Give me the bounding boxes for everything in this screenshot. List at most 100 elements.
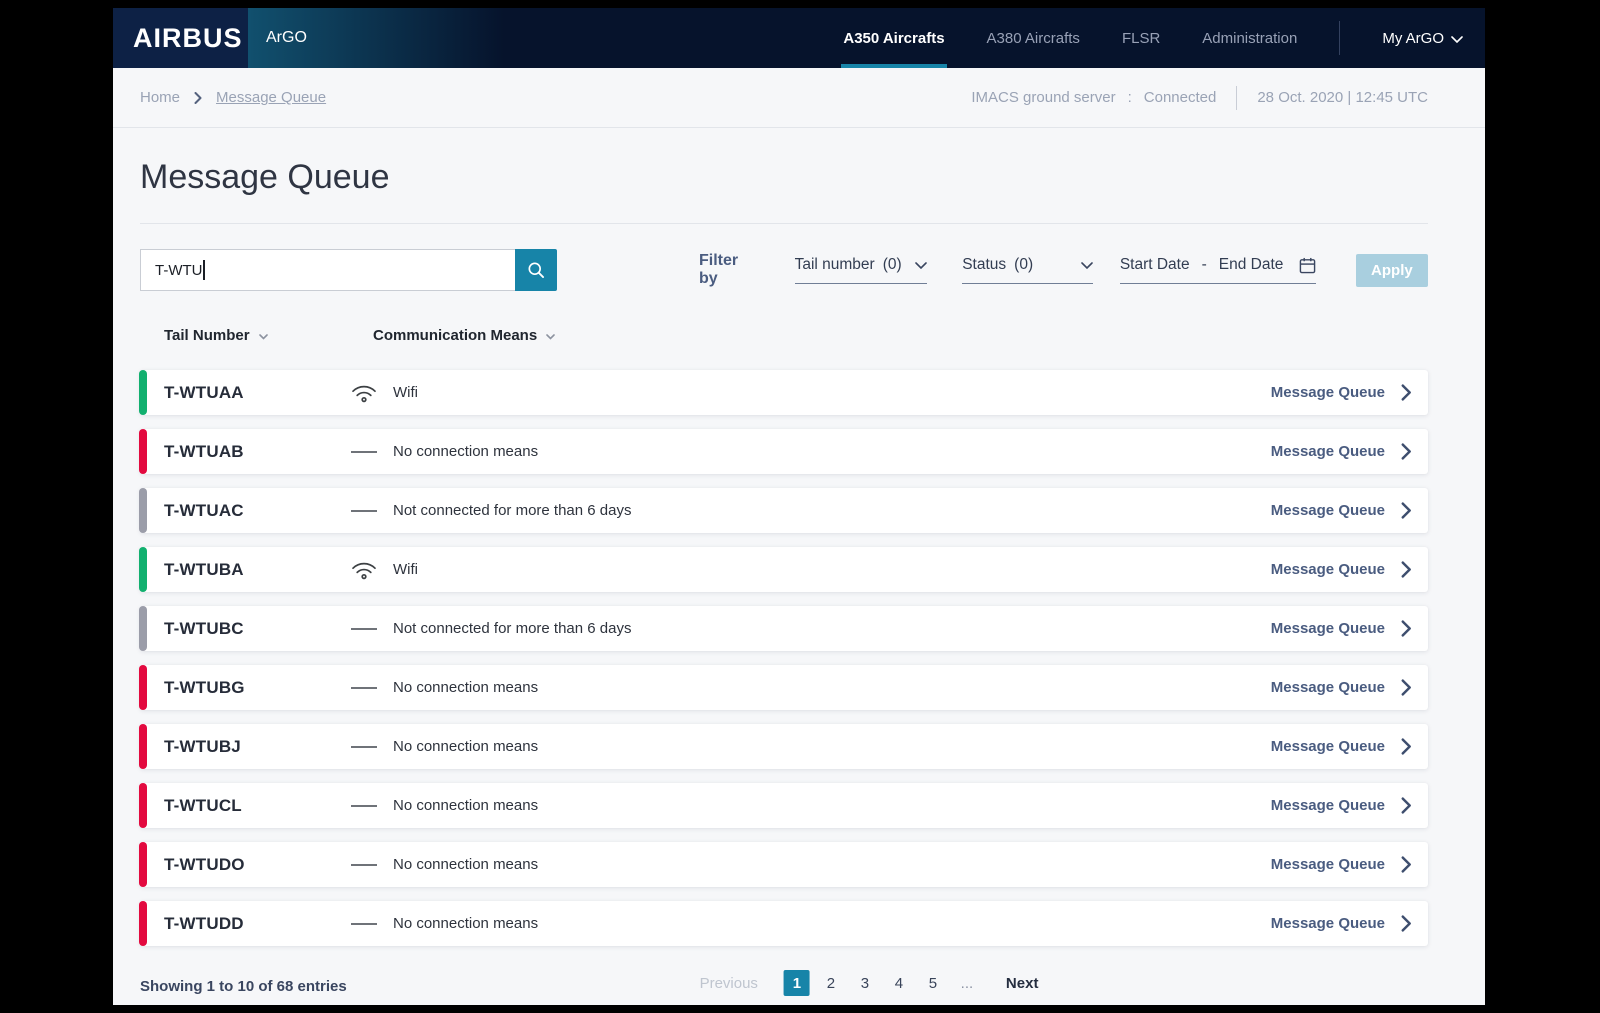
- nav-a380-aircrafts[interactable]: A380 Aircrafts: [987, 8, 1080, 68]
- nav-links: A350 Aircrafts A380 Aircrafts FLSR Admin…: [841, 8, 1485, 68]
- tail-number: T-WTUBA: [164, 559, 244, 579]
- nav-a350-aircrafts[interactable]: A350 Aircrafts: [841, 8, 947, 68]
- table-row[interactable]: T-WTUDD No connection means Message Queu…: [139, 901, 1428, 946]
- start-date-field[interactable]: Start Date: [1120, 256, 1190, 274]
- table-row[interactable]: T-WTUAB No connection means Message Queu…: [139, 429, 1428, 474]
- no-connection-dash-icon: [351, 922, 377, 925]
- communication-means: Wifi: [349, 560, 418, 580]
- search-group: T-WTU: [140, 249, 557, 291]
- communication-means: No connection means: [349, 915, 538, 932]
- breadcrumb-current[interactable]: Message Queue: [216, 89, 326, 106]
- message-queue-link[interactable]: Message Queue: [1271, 915, 1412, 932]
- nav-divider: [1339, 21, 1341, 55]
- communication-means-text: No connection means: [393, 738, 539, 755]
- message-queue-link[interactable]: Message Queue: [1271, 856, 1412, 873]
- tail-number: T-WTUCL: [164, 795, 242, 815]
- message-queue-link[interactable]: Message Queue: [1271, 443, 1412, 460]
- communication-means-text: No connection means: [393, 856, 539, 873]
- end-date-field[interactable]: End Date: [1219, 256, 1284, 274]
- my-argo-menu[interactable]: My ArGO: [1382, 8, 1463, 68]
- calendar-icon[interactable]: [1299, 257, 1316, 274]
- table-row[interactable]: T-WTUBC Not connected for more than 6 da…: [139, 606, 1428, 651]
- app-window: AIRBUS ArGO A350 Aircrafts A380 Aircraft…: [113, 8, 1485, 1005]
- status-divider: [1236, 85, 1238, 110]
- nav-flsr[interactable]: FLSR: [1122, 8, 1160, 68]
- status-color-bar: [139, 901, 147, 946]
- search-input[interactable]: T-WTU: [140, 249, 515, 291]
- no-connection-dash-icon: [351, 804, 377, 807]
- airbus-logo-block: AIRBUS: [113, 8, 248, 68]
- message-queue-link[interactable]: Message Queue: [1271, 502, 1412, 519]
- status-bar: Home Message Queue IMACS ground server :…: [113, 68, 1485, 128]
- communication-means-text: Wifi: [393, 561, 418, 578]
- table-row[interactable]: T-WTUBA Wifi Message Queue: [139, 547, 1428, 592]
- table-row[interactable]: T-WTUDO No connection means Message Queu…: [139, 842, 1428, 887]
- argo-app-name: ArGO: [248, 8, 560, 68]
- wifi-icon: [352, 385, 376, 402]
- message-queue-link[interactable]: Message Queue: [1271, 797, 1412, 814]
- no-connection-dash-icon: [351, 450, 377, 453]
- page-3-button[interactable]: 3: [852, 970, 878, 996]
- table-row[interactable]: T-WTUAA Wifi Message Queue: [139, 370, 1428, 415]
- server-label: IMACS ground server: [971, 89, 1116, 106]
- tail-number: T-WTUDO: [164, 854, 245, 874]
- chevron-right-icon: [1401, 915, 1411, 932]
- message-queue-link[interactable]: Message Queue: [1271, 561, 1412, 578]
- message-queue-link[interactable]: Message Queue: [1271, 620, 1412, 637]
- communication-means-text: No connection means: [393, 679, 539, 696]
- sort-caret-icon: [258, 333, 268, 340]
- communication-means-column-header[interactable]: Communication Means: [373, 327, 555, 344]
- status-color-bar: [139, 724, 147, 769]
- no-connection-dash-icon: [351, 863, 377, 866]
- no-connection-dash-icon: [351, 745, 377, 748]
- communication-means: No connection means: [349, 443, 538, 460]
- page-ellipsis: ...: [960, 974, 974, 992]
- tail-number: T-WTUBC: [164, 618, 244, 638]
- message-queue-link[interactable]: Message Queue: [1271, 679, 1412, 696]
- date-range-filter[interactable]: Start Date - End Date: [1119, 256, 1316, 284]
- top-navbar: AIRBUS ArGO A350 Aircrafts A380 Aircraft…: [113, 8, 1485, 68]
- apply-button[interactable]: Apply: [1355, 253, 1428, 287]
- communication-means-text: Not connected for more than 6 days: [393, 502, 632, 519]
- status-color-bar: [139, 370, 147, 415]
- page-1-button[interactable]: 1: [783, 970, 810, 996]
- search-button[interactable]: [515, 249, 557, 291]
- wifi-icon: [352, 562, 376, 579]
- status-filter-count: (0): [1014, 256, 1034, 273]
- breadcrumb-home[interactable]: Home: [140, 89, 180, 106]
- chevron-right-icon: [1401, 561, 1411, 578]
- server-separator: :: [1127, 89, 1132, 106]
- page-5-button[interactable]: 5: [920, 970, 946, 996]
- communication-means: No connection means: [349, 679, 538, 696]
- status-color-bar: [139, 606, 147, 651]
- table-row[interactable]: T-WTUBJ No connection means Message Queu…: [139, 724, 1428, 769]
- chevron-right-icon: [1401, 738, 1411, 755]
- communication-means-text: No connection means: [393, 915, 539, 932]
- tail-number: T-WTUBG: [164, 677, 245, 697]
- nav-administration[interactable]: Administration: [1202, 8, 1297, 68]
- previous-page-button[interactable]: Previous: [700, 975, 758, 992]
- communication-means: Not connected for more than 6 days: [349, 502, 631, 519]
- entries-summary: Showing 1 to 10 of 68 entries: [140, 978, 347, 995]
- communication-means: Wifi: [349, 383, 418, 403]
- page-2-button[interactable]: 2: [818, 970, 844, 996]
- page-4-button[interactable]: 4: [886, 970, 912, 996]
- tail-number-column-header[interactable]: Tail Number: [164, 327, 373, 344]
- message-queue-link[interactable]: Message Queue: [1271, 738, 1412, 755]
- next-page-button[interactable]: Next: [1006, 975, 1039, 992]
- tail-number-filter[interactable]: Tail number (0): [794, 256, 928, 284]
- status-filter[interactable]: Status (0): [962, 256, 1093, 284]
- tail-number: T-WTUAA: [164, 382, 244, 402]
- datetime: 28 Oct. 2020 | 12:45 UTC: [1257, 89, 1428, 106]
- table-row[interactable]: T-WTUCL No connection means Message Queu…: [139, 783, 1428, 828]
- message-queue-link[interactable]: Message Queue: [1271, 384, 1412, 401]
- status-color-bar: [139, 665, 147, 710]
- tail-number: T-WTUAC: [164, 500, 244, 520]
- table-row[interactable]: T-WTUBG No connection means Message Queu…: [139, 665, 1428, 710]
- no-connection-dash-icon: [351, 509, 377, 512]
- table-row[interactable]: T-WTUAC Not connected for more than 6 da…: [139, 488, 1428, 533]
- chevron-down-icon: [1451, 35, 1463, 43]
- server-status-value: Connected: [1143, 89, 1217, 106]
- chevron-right-icon: [1401, 856, 1411, 873]
- tail-filter-count: (0): [882, 256, 902, 273]
